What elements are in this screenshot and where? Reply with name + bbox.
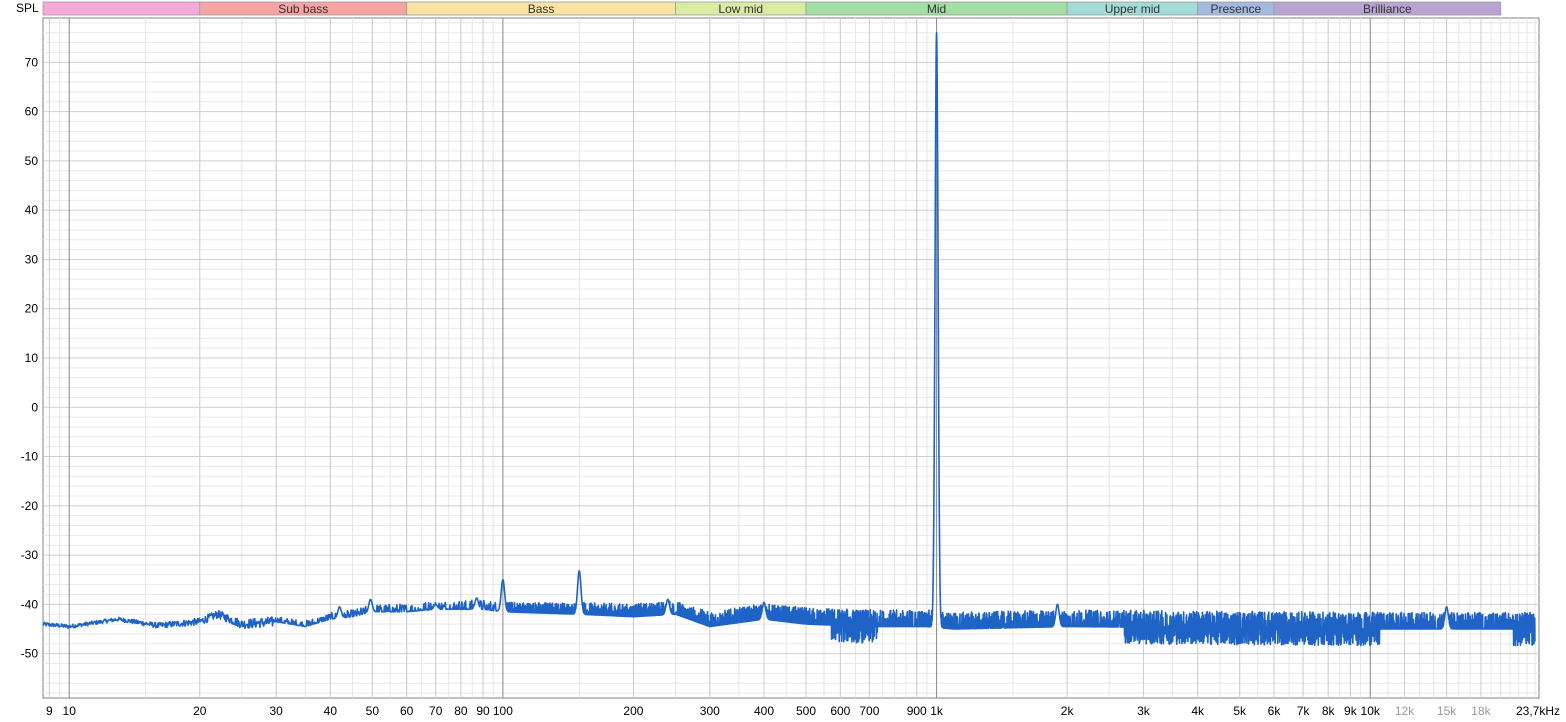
spectrum-peak-9	[1056, 603, 1059, 605]
x-tick-label: 400	[754, 704, 774, 718]
y-tick-label: 50	[25, 154, 39, 168]
x-tick-label: 50	[366, 704, 380, 718]
band-label-3: Low mid	[718, 2, 763, 16]
x-tick-label: 12k	[1395, 704, 1415, 718]
spectrum-peak-0	[338, 606, 341, 608]
x-tick-label: 9k	[1344, 704, 1358, 718]
x-tick-label: 200	[623, 704, 643, 718]
x-tick-label: 9	[46, 704, 53, 718]
x-tick-label: 10	[63, 704, 77, 718]
x-tick-label: 80	[454, 704, 468, 718]
spectrum-peak-10	[1445, 606, 1448, 608]
spectrum-peak-7	[763, 601, 765, 604]
y-tick-label: 10	[25, 351, 39, 365]
x-tick-label: 40	[324, 704, 338, 718]
x-tick-label: 60	[400, 704, 414, 718]
x-tick-label: 4k	[1191, 704, 1205, 718]
x-tick-label: 20	[193, 704, 207, 718]
x-tick-label: 10k	[1361, 704, 1381, 718]
y-tick-label: -20	[21, 499, 39, 513]
x-axis-unit-label: 23,7kHz	[1516, 704, 1560, 718]
y-tick-label: 40	[25, 203, 39, 217]
x-tick-label: 700	[859, 704, 879, 718]
x-tick-label: 300	[700, 704, 720, 718]
spectrum-peak-2	[435, 603, 437, 605]
x-tick-label: 100	[493, 704, 513, 718]
band-label-6: Presence	[1210, 2, 1261, 16]
y-tick-label: -30	[21, 548, 39, 562]
y-tick-label: -50	[21, 647, 39, 661]
x-tick-label: 8k	[1322, 704, 1336, 718]
x-tick-label: 6k	[1268, 704, 1282, 718]
y-tick-label: -40	[21, 597, 39, 611]
spectrum-peak-8	[935, 32, 938, 34]
x-tick-label: 500	[796, 704, 816, 718]
x-tick-label: 600	[830, 704, 850, 718]
spectrum-chart: Sub bass Bass Low mid Mid Upper mid Presence B…	[0, 0, 1566, 722]
x-tick-label: 900	[907, 704, 927, 718]
spectrum-peak-6	[667, 598, 669, 601]
spectrum-peak-1	[369, 598, 372, 601]
band-label-2: Bass	[528, 2, 555, 16]
band-label-1: Sub bass	[278, 2, 328, 16]
x-tick-label: 30	[269, 704, 283, 718]
x-tick-label: 15k	[1437, 704, 1457, 718]
y-tick-label: 60	[25, 105, 39, 119]
spectrum-peak-3	[476, 597, 478, 599]
spectrum-peak-4	[502, 579, 504, 581]
y-tick-label: -10	[21, 450, 39, 464]
y-tick-label: 0	[31, 400, 38, 414]
spectrum-peak-5	[578, 570, 580, 572]
x-tick-label: 70	[429, 704, 443, 718]
x-tick-label: 2k	[1061, 704, 1075, 718]
x-tick-label: 7k	[1297, 704, 1311, 718]
y-tick-label: 20	[25, 302, 39, 316]
y-axis-label: SPL	[16, 1, 39, 15]
x-tick-label: 1k	[930, 704, 944, 718]
x-tick-label: 18k	[1471, 704, 1491, 718]
band-0	[42, 1, 201, 16]
y-tick-label: 30	[25, 252, 39, 266]
frequency-band-strip: Sub bass Bass Low mid Mid Upper mid Presence B…	[42, 1, 1502, 16]
band-label-4: Mid	[927, 2, 946, 16]
y-tick-label: 70	[25, 55, 39, 69]
x-tick-label: 90	[476, 704, 490, 718]
band-label-7: Brilliance	[1363, 2, 1412, 16]
band-label-5: Upper mid	[1105, 2, 1160, 16]
x-tick-label: 5k	[1233, 704, 1247, 718]
x-tick-label: 3k	[1137, 704, 1151, 718]
